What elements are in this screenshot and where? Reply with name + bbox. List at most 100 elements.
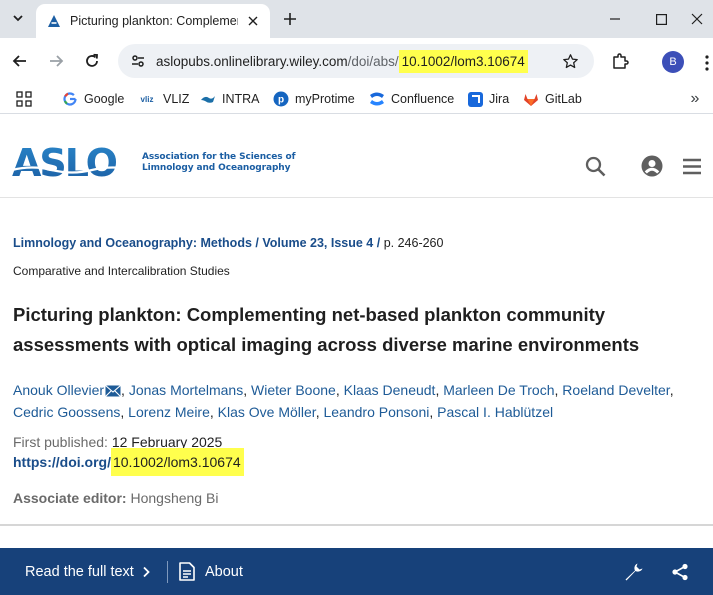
site-header: ASLO Association for the Sciences of Lim… <box>0 116 713 198</box>
bookmark-myprotime[interactable]: p myProtime <box>273 89 355 109</box>
logo-tagline: Association for the Sciences of Limnolog… <box>142 152 296 174</box>
google-icon <box>62 91 78 107</box>
about-button[interactable]: About <box>179 548 243 595</box>
gitlab-icon <box>523 91 539 107</box>
vliz-icon: vliz <box>140 94 154 104</box>
author-list: Anouk Ollevier, Jonas Mortelmans, Wieter… <box>13 382 674 420</box>
associate-editor-label: Associate editor: <box>13 490 131 506</box>
bookmark-vliz[interactable]: vliz VLIZ <box>137 89 190 109</box>
myprotime-icon: p <box>273 91 289 107</box>
aslo-logo[interactable]: ASLO Association for the Sciences of Lim… <box>12 146 296 180</box>
aslo-logo-mark: ASLO <box>12 146 136 180</box>
arrow-right-icon <box>50 55 64 67</box>
jira-icon <box>467 91 483 107</box>
bookmark-label: Google <box>84 92 125 106</box>
bookmark-confluence[interactable]: Confluence <box>369 89 454 109</box>
read-full-text-button[interactable]: Read the full text <box>25 548 151 595</box>
breadcrumb-pages: p. 246-260 <box>383 236 444 250</box>
corresponding-author-mail-icon[interactable] <box>105 382 121 402</box>
tune-icon <box>132 55 144 67</box>
puzzle-icon <box>613 53 629 69</box>
browser-menu-button[interactable] <box>700 51 713 75</box>
share-button[interactable] <box>671 548 689 595</box>
breadcrumb: Limnology and Oceanography: Methods / Vo… <box>13 236 443 250</box>
author-link[interactable]: Anouk Ollevier <box>13 382 104 398</box>
bookmark-google[interactable]: Google <box>62 89 124 109</box>
share-icon <box>672 563 688 580</box>
apps-grid-icon[interactable] <box>16 91 32 107</box>
address-bar[interactable]: aslopubs.onlinelibrary.wiley.com/doi/abs… <box>118 44 594 78</box>
reload-icon <box>86 53 98 67</box>
profile-avatar[interactable]: B <box>662 51 684 73</box>
chevron-right-icon <box>143 566 150 577</box>
doi-prefix: https://doi.org/ <box>13 454 111 470</box>
tab-close-button[interactable] <box>244 12 262 30</box>
svg-text:p: p <box>278 95 284 106</box>
logo-line-2: Limnology and Oceanography <box>142 163 291 173</box>
tools-button[interactable] <box>624 548 644 595</box>
url-doi-highlight: 10.1002/lom3.10674 <box>398 49 528 73</box>
author-link[interactable]: Marleen De Troch <box>443 382 554 398</box>
more-vertical-icon <box>704 55 709 71</box>
svg-text:ASLO: ASLO <box>12 146 117 180</box>
read-full-text-label: Read the full text <box>25 563 134 580</box>
bookmark-jira[interactable]: Jira <box>467 89 509 109</box>
bookmark-label: Jira <box>489 92 510 106</box>
minimize-icon <box>610 18 620 20</box>
tab-strip: Picturing plankton: Complemen <box>0 0 713 38</box>
bookmark-label: myProtime <box>295 92 355 106</box>
minimize-button[interactable] <box>592 0 638 38</box>
breadcrumb-separator: / <box>373 236 384 250</box>
tab-title: Picturing plankton: Complemen <box>70 14 238 28</box>
author-link[interactable]: Jonas Mortelmans <box>129 382 243 398</box>
url-text: aslopubs.onlinelibrary.wiley.com/doi/abs… <box>156 49 528 73</box>
browser-tab-active[interactable]: Picturing plankton: Complemen <box>36 4 270 38</box>
hamburger-menu-icon <box>683 158 701 174</box>
hamburger-menu-button[interactable] <box>680 154 704 178</box>
browser-toolbar: aslopubs.onlinelibrary.wiley.com/doi/abs… <box>0 38 713 84</box>
aslo-a-icon <box>48 15 60 27</box>
bookmark-label: GitLab <box>545 92 582 106</box>
window-close-button[interactable] <box>680 0 713 38</box>
wrench-icon <box>625 563 643 580</box>
author-link[interactable]: Leandro Ponsoni <box>323 404 429 420</box>
author-link[interactable]: Cedric Goossens <box>13 404 120 420</box>
back-button[interactable] <box>6 47 34 75</box>
author-link[interactable]: Lorenz Meire <box>128 404 210 420</box>
user-circle-icon <box>641 155 663 177</box>
breadcrumb-issue-link[interactable]: Volume 23, Issue 4 <box>262 236 373 250</box>
extensions-button[interactable] <box>608 49 632 73</box>
article-title: Picturing plankton: Complementing net-ba… <box>13 304 640 355</box>
plus-icon <box>284 13 296 25</box>
reload-button[interactable] <box>78 47 106 75</box>
bookmark-gitlab[interactable]: GitLab <box>523 89 582 109</box>
bookmarks-overflow-button[interactable]: » <box>686 89 704 109</box>
search-icon <box>585 156 605 176</box>
bookmark-intra[interactable]: INTRA <box>200 89 260 109</box>
breadcrumb-journal-link[interactable]: Limnology and Oceanography: Methods <box>13 236 252 250</box>
maximize-button[interactable] <box>638 0 684 38</box>
bookmark-label: INTRA <box>222 92 260 106</box>
author-link[interactable]: Klaas Deneudt <box>344 382 436 398</box>
author-link[interactable]: Roeland Develter <box>562 382 669 398</box>
chevron-down-icon <box>13 15 23 22</box>
site-info-button[interactable] <box>126 49 150 73</box>
author-link[interactable]: Pascal I. Hablützel <box>437 404 553 420</box>
bookmark-star-button[interactable] <box>558 49 582 73</box>
author-link[interactable]: Wieter Boone <box>251 382 336 398</box>
account-button[interactable] <box>640 154 664 178</box>
site-search-button[interactable] <box>583 154 607 178</box>
article-section: Comparative and Intercalibration Studies <box>13 264 230 278</box>
author-link[interactable]: Klas Ove Möller <box>218 404 316 420</box>
close-icon <box>248 16 258 26</box>
url-host: aslopubs.onlinelibrary.wiley.com <box>156 53 348 69</box>
logo-line-1: Association for the Sciences of <box>142 152 296 162</box>
article-action-bar: Read the full text About <box>0 548 713 595</box>
intra-icon <box>200 91 216 107</box>
doi-link[interactable]: https://doi.org/10.1002/lom3.10674 <box>13 448 244 476</box>
new-tab-button[interactable] <box>278 7 302 31</box>
forward-button[interactable] <box>42 47 70 75</box>
document-icon <box>179 562 195 581</box>
about-label: About <box>205 563 243 580</box>
tab-search-button[interactable] <box>6 6 30 30</box>
